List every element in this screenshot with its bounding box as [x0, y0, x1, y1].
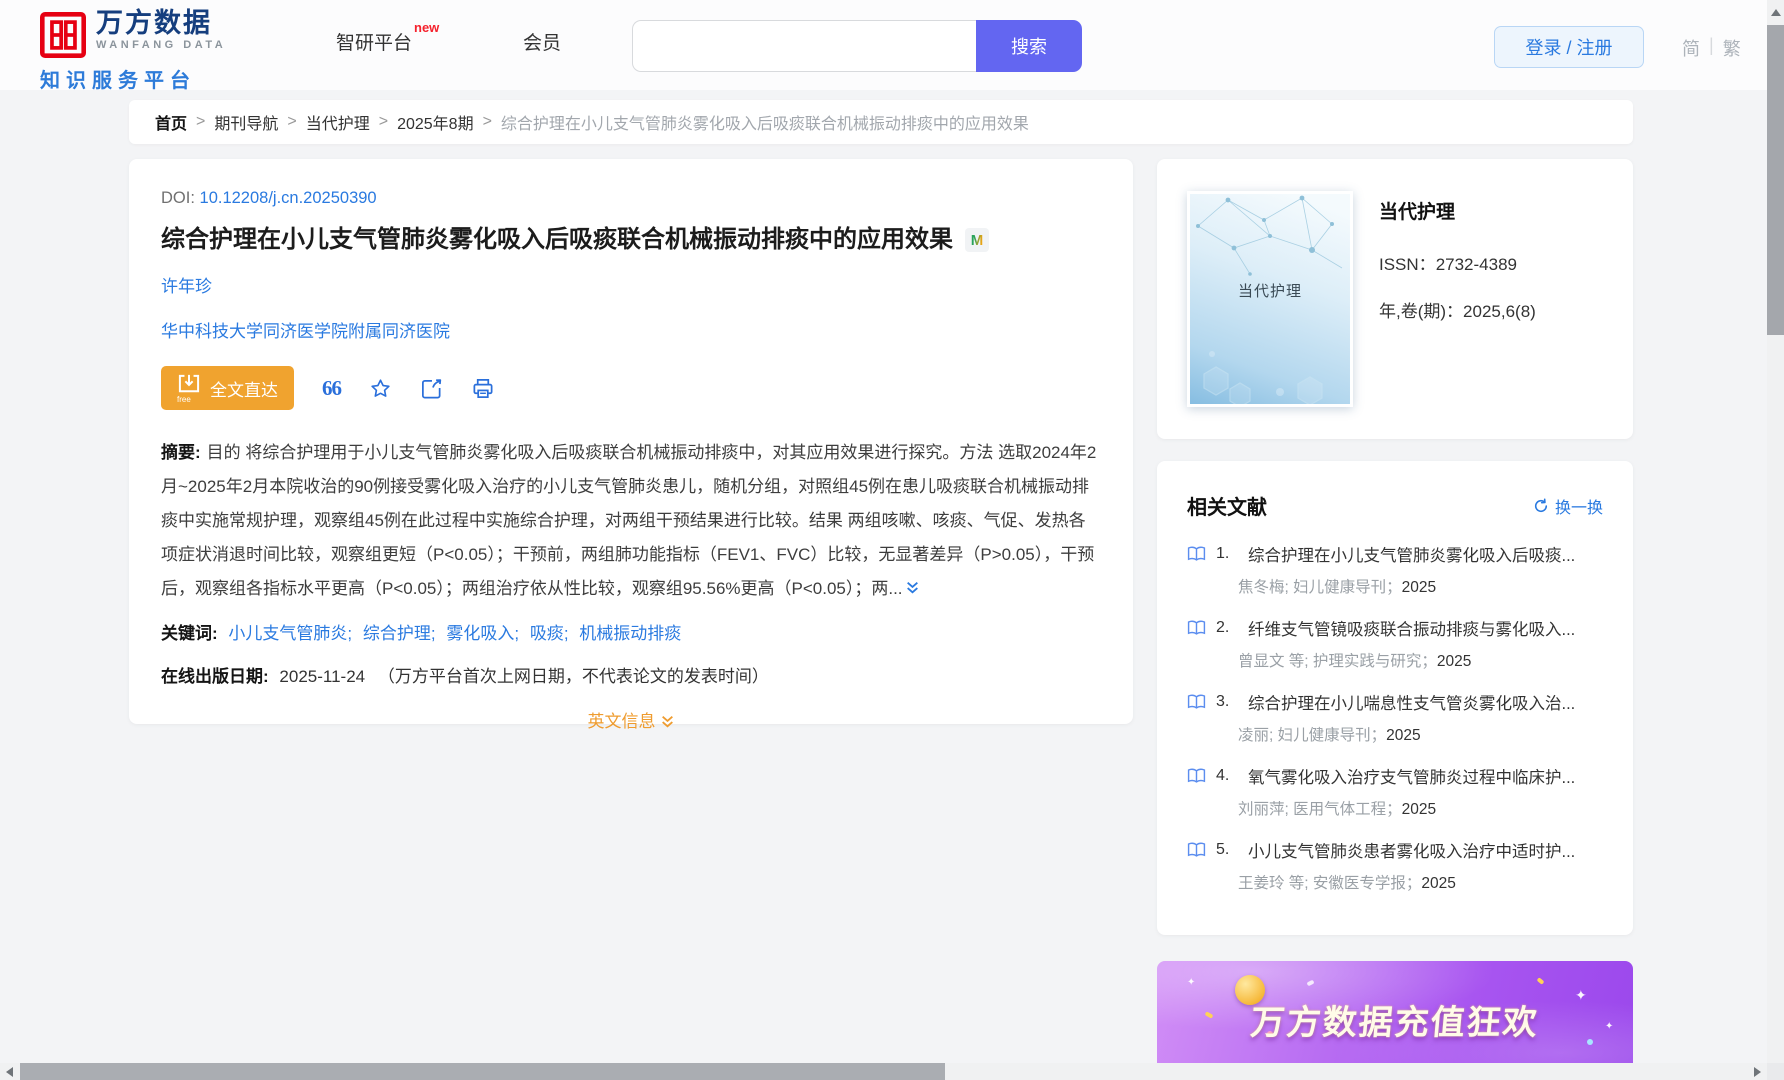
doi-row: DOI: 10.12208/j.cn.20250390 [161, 189, 1101, 208]
abstract-label: 摘要: [161, 443, 201, 462]
publish-date-value: 2025-11-24 [279, 667, 365, 686]
related-item: 3. 综合护理在小儿喘息性支气管炎雾化吸入治... 凌丽; 妇儿健康导刊；202… [1187, 690, 1603, 745]
book-icon [1187, 768, 1206, 784]
related-item: 5. 小儿支气管肺炎患者雾化吸入治疗中适时护... 王姜玲 等; 安徽医专学报；… [1187, 838, 1603, 893]
nav-item-member[interactable]: 会员 [523, 28, 561, 55]
abstract-text: 目的 将综合护理用于小儿支气管肺炎雾化吸入后吸痰联合机械振动排痰中，对其应用效果… [161, 443, 1096, 598]
horizontal-scrollbar[interactable] [0, 1063, 1767, 1080]
search-input[interactable] [632, 20, 976, 72]
related-item: 1. 综合护理在小儿支气管肺炎雾化吸入后吸痰... 焦冬梅; 妇儿健康导刊；20… [1187, 542, 1603, 597]
breadcrumb-journal-nav[interactable]: 期刊导航 [214, 110, 278, 134]
publish-date-note: （万方平台首次上网日期，不代表论文的发表时间） [378, 667, 769, 686]
lang-divider: | [1709, 35, 1714, 61]
keyword-link[interactable]: 综合护理 [363, 624, 431, 643]
brand-tagline: 知识服务平台 [40, 64, 226, 93]
related-item: 2. 纤维支气管镜吸痰联合振动排痰与雾化吸入... 曾显文 等; 护理实践与研究… [1187, 616, 1603, 671]
related-item-link[interactable]: 氧气雾化吸入治疗支气管肺炎过程中临床护... [1248, 764, 1575, 788]
doi-link[interactable]: 10.12208/j.cn.20250390 [200, 189, 377, 207]
search-button[interactable]: 搜索 [976, 20, 1082, 72]
related-item-link[interactable]: 综合护理在小儿支气管肺炎雾化吸入后吸痰... [1248, 542, 1575, 566]
keyword-link[interactable]: 小儿支气管肺炎 [228, 624, 347, 643]
journal-name[interactable]: 当代护理 [1379, 197, 1536, 224]
book-icon [1187, 842, 1206, 858]
banner-text: 万方数据充值狂欢 [1157, 995, 1633, 1044]
wanfang-article-page: 万方数据 WANFANG DATA 知识服务平台 智研平台new 会员 搜索 登… [0, 0, 1784, 1080]
journal-info-card: 当代护理 当代护理 ISSN：2732-4389 年,卷(期)：2025,6(8… [1157, 159, 1633, 439]
keywords-label: 关键词: [161, 624, 218, 643]
related-item: 4. 氧气雾化吸入治疗支气管肺炎过程中临床护... 刘丽萍; 医用气体工程；20… [1187, 764, 1603, 819]
related-item-link[interactable]: 小儿支气管肺炎患者雾化吸入治疗中适时护... [1248, 838, 1575, 862]
new-badge: new [414, 20, 439, 35]
brand-name-en: WANFANG DATA [96, 39, 226, 51]
article-title: 综合护理在小儿支气管肺炎雾化吸入后吸痰联合机械振动排痰中的应用效果 [161, 224, 953, 256]
affiliation-link[interactable]: 华中科技大学同济医学院附属同济医院 [161, 322, 450, 341]
brand-name-cn: 万方数据 [96, 8, 226, 38]
site-logo[interactable]: 万方数据 WANFANG DATA 知识服务平台 [40, 8, 226, 93]
language-switch: 简 | 繁 [1682, 35, 1741, 61]
chevron-double-down-icon [660, 714, 675, 729]
related-item-link[interactable]: 纤维支气管镜吸痰联合振动排痰与雾化吸入... [1248, 616, 1575, 640]
author-link[interactable]: 许年珍 [161, 277, 212, 296]
keywords-row: 关键词: 小儿支气管肺炎; 综合护理; 雾化吸入; 吸痰; 机械振动排痰 [161, 619, 1101, 644]
breadcrumb-home[interactable]: 首页 [155, 110, 187, 134]
doi-label: DOI: [161, 189, 195, 207]
keyword-link[interactable]: 机械振动排痰 [579, 624, 681, 643]
publish-date-label: 在线出版日期: [161, 667, 269, 686]
scrollbar-corner [1767, 1063, 1784, 1080]
affiliation-row: 华中科技大学同济医学院附属同济医院 [161, 317, 1101, 342]
lang-simplified[interactable]: 简 [1682, 35, 1700, 61]
breadcrumb-separator: > [483, 113, 492, 131]
scroll-right-arrow[interactable] [1754, 1067, 1761, 1077]
horizontal-scrollbar-thumb[interactable] [20, 1063, 945, 1080]
publish-date-row: 在线出版日期: 2025-11-24 （万方平台首次上网日期，不代表论文的发表时… [161, 662, 1101, 687]
fulltext-button[interactable]: free 全文直达 [161, 366, 294, 410]
share-export-icon[interactable] [420, 377, 443, 400]
article-card: DOI: 10.12208/j.cn.20250390 综合护理在小儿支气管肺炎… [129, 159, 1133, 724]
recharge-promo-banner[interactable]: ✦ ✦ ✦ 万方数据充值狂欢 [1157, 961, 1633, 1063]
breadcrumb: 首页 > 期刊导航 > 当代护理 > 2025年8期 > 综合护理在小儿支气管肺… [129, 100, 1633, 144]
print-icon[interactable] [471, 377, 495, 400]
journal-cover-title: 当代护理 [1190, 280, 1350, 301]
vertical-scrollbar[interactable] [1767, 0, 1784, 1063]
breadcrumb-issue[interactable]: 2025年8期 [397, 110, 474, 134]
journal-cover[interactable]: 当代护理 [1187, 191, 1353, 407]
journal-issn: ISSN：2732-4389 [1379, 250, 1536, 275]
author-row: 许年珍 [161, 272, 1101, 297]
login-register-button[interactable]: 登录 / 注册 [1494, 26, 1644, 68]
favorite-star-icon[interactable] [369, 377, 392, 400]
wanfang-logo-icon [40, 12, 86, 58]
breadcrumb-journal[interactable]: 当代护理 [306, 110, 370, 134]
book-icon [1187, 546, 1206, 562]
english-info-toggle[interactable]: 英文信息 [161, 707, 1101, 732]
refresh-icon [1533, 498, 1549, 514]
medline-badge-icon[interactable]: M [965, 228, 989, 252]
site-header: 万方数据 WANFANG DATA 知识服务平台 智研平台new 会员 搜索 登… [0, 0, 1784, 90]
expand-abstract-icon[interactable] [905, 573, 920, 607]
keyword-link[interactable]: 吸痰 [530, 624, 564, 643]
keyword-link[interactable]: 雾化吸入 [446, 624, 514, 643]
related-item-link[interactable]: 综合护理在小儿喘息性支气管炎雾化吸入治... [1248, 690, 1575, 714]
citation-quote-icon[interactable]: 66 [322, 376, 341, 401]
related-literature-card: 相关文献 换一换 1. 综合护理在小儿支气管肺炎雾化吸入后吸痰... 焦冬梅; … [1157, 461, 1633, 935]
download-free-icon: free [177, 374, 201, 402]
breadcrumb-separator: > [287, 113, 296, 131]
breadcrumb-separator: > [379, 113, 388, 131]
nav-item-zhiyan[interactable]: 智研平台new [336, 28, 439, 55]
lang-traditional[interactable]: 繁 [1723, 35, 1741, 61]
article-toolbar: free 全文直达 66 [161, 366, 1101, 410]
journal-volume: 年,卷(期)：2025,6(8) [1379, 297, 1536, 322]
breadcrumb-separator: > [196, 113, 205, 131]
abstract: 摘要:目的 将综合护理用于小儿支气管肺炎雾化吸入后吸痰联合机械振动排痰中，对其应… [161, 436, 1101, 607]
related-title: 相关文献 [1187, 491, 1267, 520]
search-bar: 搜索 [632, 20, 1082, 72]
sparkle-icon: ✦ [1187, 977, 1195, 988]
book-icon [1187, 620, 1206, 636]
breadcrumb-current-article: 综合护理在小儿支气管肺炎雾化吸入后吸痰联合机械振动排痰中的应用效果 [501, 110, 1029, 134]
cover-hex-pattern [1190, 334, 1350, 404]
refresh-related-button[interactable]: 换一换 [1533, 494, 1603, 518]
scroll-left-arrow[interactable] [6, 1067, 13, 1077]
scroll-up-arrow[interactable] [1771, 9, 1781, 16]
vertical-scrollbar-thumb[interactable] [1767, 25, 1784, 335]
book-icon [1187, 694, 1206, 710]
